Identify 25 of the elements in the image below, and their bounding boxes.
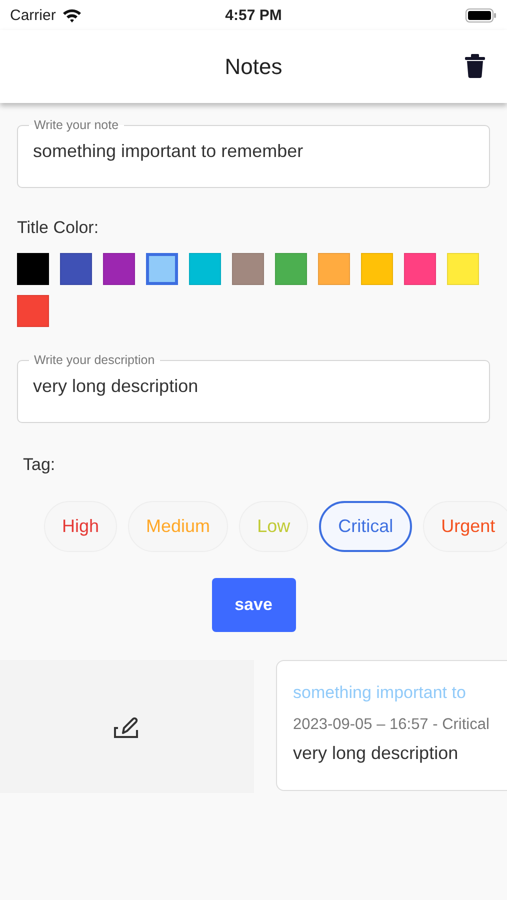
note-input-field[interactable]: Write your note something important to remember (17, 118, 490, 188)
description-input-field[interactable]: Write your description very long description (17, 353, 490, 423)
tag-label: Tag: (23, 455, 56, 475)
note-meta: 2023-09-05 – 16:57 - Critical (293, 716, 490, 734)
edit-icon (113, 714, 141, 738)
wifi-icon (62, 8, 82, 22)
battery-icon (465, 8, 497, 22)
clock-time: 4:57 PM (225, 6, 282, 24)
tag-chip[interactable]: Critical (319, 501, 412, 552)
field-label: Write your description (33, 353, 156, 368)
tag-chip[interactable]: Urgent (423, 501, 507, 552)
field-value: very long description (33, 376, 200, 397)
note-title: something important to (293, 683, 467, 703)
save-button[interactable]: save (212, 578, 296, 632)
delete-icon[interactable] (465, 54, 485, 78)
screen-title: Notes (224, 54, 282, 80)
field-value: something important to remember (33, 141, 304, 162)
field-label: Write your note (33, 118, 120, 133)
carrier-label: Carrier (10, 6, 56, 24)
note-card[interactable]: something important to 2023-09-05 – 16:57 - Critical very long description (276, 660, 507, 791)
note-description: very long description (293, 743, 460, 764)
tag-chip[interactable]: High (44, 501, 118, 552)
edit-action-panel[interactable] (0, 660, 254, 793)
title-color-label: Title Color: (17, 218, 100, 238)
color-swatch[interactable] (146, 253, 178, 285)
